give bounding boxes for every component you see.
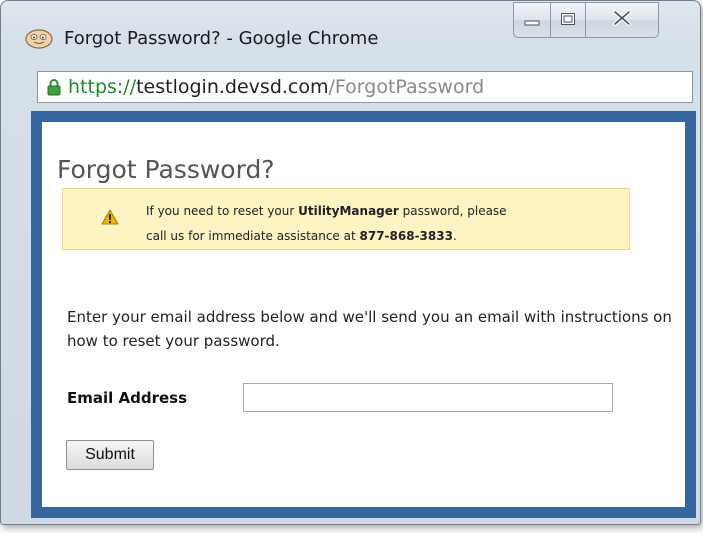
url-path: /ForgotPassword bbox=[328, 76, 485, 98]
notice-line-1-suffix: password, please bbox=[398, 204, 507, 218]
close-button[interactable] bbox=[585, 2, 659, 38]
page-title: Forgot Password? bbox=[57, 155, 275, 184]
notice-line-1: If you need to reset your UtilityManager… bbox=[146, 204, 507, 218]
address-bar[interactable]: https://testlogin.devsd.com/ForgotPasswo… bbox=[37, 71, 693, 103]
url-scheme: https:// bbox=[68, 76, 137, 98]
lock-icon bbox=[47, 78, 61, 100]
url-host: testlogin.devsd.com bbox=[136, 76, 329, 98]
email-label: Email Address bbox=[67, 389, 188, 407]
notice-line-2-suffix: . bbox=[452, 229, 457, 243]
submit-button[interactable]: Submit bbox=[66, 440, 154, 470]
notice-line-2: call us for immediate assistance at 877-… bbox=[146, 229, 457, 243]
warning-icon bbox=[101, 209, 119, 229]
url-text[interactable]: https://testlogin.devsd.com/ForgotPasswo… bbox=[68, 76, 484, 98]
notice-box: If you need to reset your UtilityManager… bbox=[62, 188, 630, 250]
minimize-icon bbox=[524, 11, 540, 30]
window-title: Forgot Password? - Google Chrome bbox=[64, 28, 379, 49]
email-field[interactable] bbox=[243, 383, 613, 412]
notice-line-2-prefix: call us for immediate assistance at bbox=[146, 229, 360, 243]
maximize-icon bbox=[560, 11, 576, 30]
title-bar[interactable]: Forgot Password? - Google Chrome bbox=[1, 1, 700, 49]
minimize-button[interactable] bbox=[513, 2, 550, 38]
maximize-button[interactable] bbox=[550, 2, 585, 38]
notice-line-1-prefix: If you need to reset your bbox=[146, 204, 299, 218]
notice-phone-number: 877-868-3833 bbox=[359, 229, 453, 243]
page-layer: Forgot Password? If you need to reset yo… bbox=[0, 110, 703, 517]
instructions-text: Enter your email address below and we'll… bbox=[67, 308, 672, 350]
close-icon bbox=[612, 10, 632, 30]
favicon-icon bbox=[24, 28, 54, 54]
notice-product-name: UtilityManager bbox=[298, 204, 399, 218]
